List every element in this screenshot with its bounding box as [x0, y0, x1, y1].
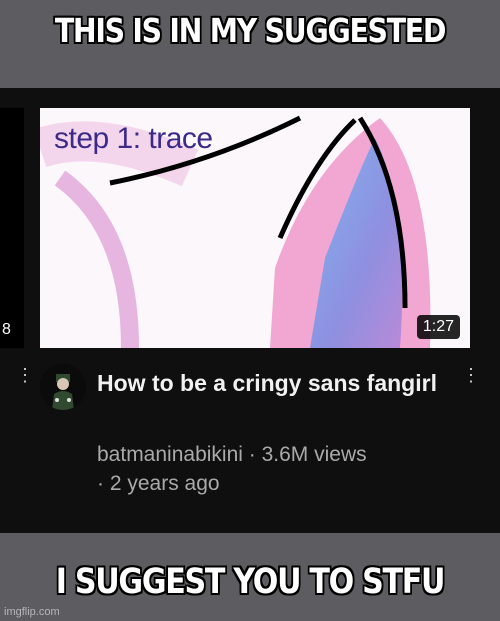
thumbnail-caption: step 1: trace — [54, 122, 213, 155]
channel-and-views[interactable]: batmaninabikini · 3.6M views — [97, 440, 457, 469]
video-metadata: batmaninabikini · 3.6M views · 2 years a… — [97, 440, 457, 498]
kebab-menu-icon[interactable]: ⋮ — [462, 366, 480, 384]
top-caption: THIS IS IN MY SUGGESTED — [54, 11, 447, 50]
channel-avatar[interactable] — [40, 364, 86, 410]
kebab-menu-icon[interactable]: ⋮ — [16, 366, 34, 384]
previous-video-duration: 8 — [2, 321, 11, 338]
upload-age: · 2 years ago — [97, 472, 220, 495]
avatar-figure-icon — [40, 364, 86, 410]
youtube-screenshot: 8 step 1: trace 1:27 ⋮ ⋮ How to be a cri… — [0, 88, 500, 533]
video-title[interactable]: How to be a cringy sans fangirl — [97, 369, 437, 398]
video-thumbnail[interactable]: step 1: trace 1:27 — [40, 108, 470, 348]
bottom-caption: I SUGGEST YOU TO STFU — [55, 562, 446, 602]
watermark: imgflip.com — [4, 606, 60, 618]
previous-video-thumbnail-edge[interactable] — [0, 108, 24, 348]
duration-badge: 1:27 — [416, 315, 460, 339]
